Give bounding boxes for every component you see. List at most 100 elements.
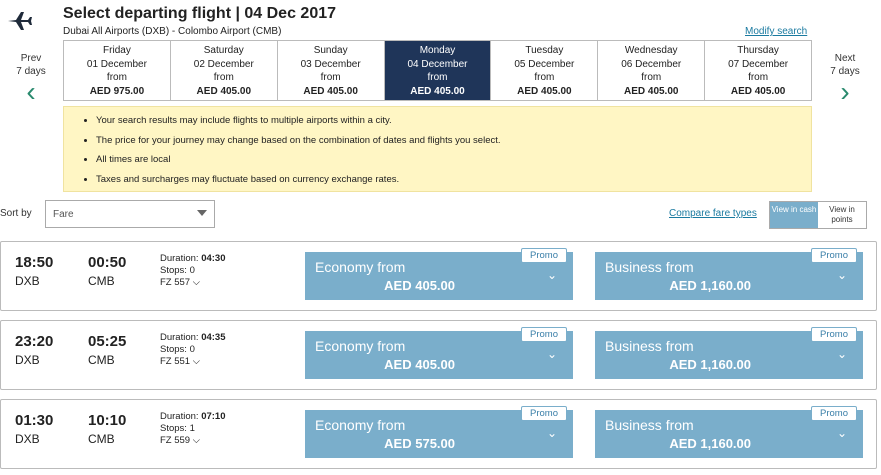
flight-number: FZ 557 — [160, 277, 191, 288]
cash-points-toggle: View in cash View in points — [769, 201, 867, 229]
flight-number: FZ 551 — [160, 356, 191, 367]
arrival-time: 10:10 — [88, 412, 127, 429]
flight-number: FZ 559 — [160, 435, 191, 446]
date-day: Thursday — [737, 45, 779, 56]
economy-fare-button[interactable]: Economy from AED 575.00 ⌄ Promo — [305, 406, 573, 458]
date-cell-monday-selected[interactable]: Monday 04 December from AED 405.00 — [384, 41, 492, 100]
date-date: 06 December — [621, 58, 682, 70]
next-7-days-button[interactable]: Next 7 days › — [822, 52, 868, 107]
sort-value: Fare — [53, 209, 74, 220]
chevron-down-icon: ⌄ — [546, 347, 557, 361]
date-from: from — [213, 72, 234, 83]
arrival-airport: CMB — [88, 432, 115, 446]
date-date: 05 December — [514, 58, 575, 70]
promo-badge: Promo — [811, 327, 857, 342]
fare-price: AED 1,160.00 — [669, 357, 751, 372]
date-price: AED 405.00 — [410, 85, 465, 97]
flight-number-toggle[interactable]: FZ 559 ⌵ — [160, 435, 226, 447]
promo-badge: Promo — [811, 248, 857, 263]
date-date: 07 December — [728, 58, 789, 70]
duration-value: 07:10 — [201, 411, 226, 422]
date-date: 03 December — [300, 58, 361, 70]
date-from: from — [748, 72, 769, 83]
business-fare-button[interactable]: Business from AED 1,160.00 ⌄ Promo — [595, 327, 863, 379]
date-cell-wednesday[interactable]: Wednesday 06 December from AED 405.00 — [598, 41, 706, 100]
fare-label: Business from — [605, 417, 694, 433]
prev-7-days-button[interactable]: Prev 7 days ‹ — [8, 52, 54, 106]
modify-search-link[interactable]: Modify search — [745, 26, 807, 37]
date-date: 04 December — [407, 58, 468, 70]
departure-airport: DXB — [15, 353, 40, 367]
flight-row: 18:50 DXB 00:50 CMB Duration: 04:30 Stop… — [0, 241, 877, 311]
date-from: from — [106, 72, 127, 83]
date-price: AED 405.00 — [517, 85, 572, 97]
promo-badge: Promo — [521, 327, 567, 342]
economy-fare-button[interactable]: Economy from AED 405.00 ⌄ Promo — [305, 248, 573, 300]
chevron-down-icon: ⌄ — [546, 268, 557, 282]
flight-details: Duration: 07:10 Stops: 1 FZ 559 ⌵ — [160, 411, 226, 447]
departure-time: 23:20 — [15, 333, 54, 350]
fare-label: Economy from — [315, 259, 406, 275]
stops: Stops: 0 — [160, 265, 195, 276]
date-from: from — [320, 72, 341, 83]
flight-number-toggle[interactable]: FZ 557 ⌵ — [160, 277, 226, 289]
info-notice: Your search results may include flights … — [63, 106, 812, 192]
fare-price: AED 1,160.00 — [669, 436, 751, 451]
arrival-time: 00:50 — [88, 254, 127, 271]
departure-airport: DXB — [15, 274, 40, 288]
date-cell-friday[interactable]: Friday 01 December from AED 975.00 — [64, 41, 171, 100]
flight-row: 23:20 DXB 05:25 CMB Duration: 04:35 Stop… — [0, 320, 877, 390]
date-cell-sunday[interactable]: Sunday 03 December from AED 405.00 — [278, 41, 385, 100]
duration-value: 04:35 — [201, 332, 226, 343]
date-from: from — [534, 72, 555, 83]
arrival-time: 05:25 — [88, 333, 127, 350]
sort-select[interactable]: Fare — [45, 200, 215, 228]
date-date: 01 December — [86, 58, 147, 70]
fare-label: Business from — [605, 259, 694, 275]
date-date: 02 December — [193, 58, 254, 70]
sort-label: Sort by — [0, 208, 32, 219]
date-day: Sunday — [313, 45, 348, 56]
duration-label: Duration: — [160, 253, 199, 264]
date-from: from — [641, 72, 662, 83]
caret-down-icon — [197, 210, 207, 216]
flight-number-toggle[interactable]: FZ 551 ⌵ — [160, 356, 226, 368]
date-cell-thursday[interactable]: Thursday 07 December from AED 405.00 — [705, 41, 811, 100]
next-label: Next — [834, 53, 856, 64]
chevron-down-icon: ⌵ — [192, 356, 200, 367]
compare-fare-types-link[interactable]: Compare fare types — [669, 208, 757, 219]
chevron-down-icon: ⌄ — [836, 426, 847, 440]
date-price: AED 405.00 — [196, 85, 252, 97]
view-in-points-button[interactable]: View in points — [818, 202, 866, 228]
arrival-airport: CMB — [88, 353, 115, 367]
chevron-down-icon: ⌄ — [836, 268, 847, 282]
business-fare-button[interactable]: Business from AED 1,160.00 ⌄ Promo — [595, 406, 863, 458]
business-fare-button[interactable]: Business from AED 1,160.00 ⌄ Promo — [595, 248, 863, 300]
notice-item: Your search results may include flights … — [96, 111, 811, 131]
notice-item: Taxes and surcharges may fluctuate based… — [96, 170, 811, 190]
airplane-icon — [8, 12, 32, 30]
date-day: Monday — [419, 45, 456, 56]
chevron-right-icon: › — [840, 76, 850, 107]
date-from: from — [427, 72, 448, 83]
date-day: Saturday — [203, 45, 244, 56]
economy-fare-button[interactable]: Economy from AED 405.00 ⌄ Promo — [305, 327, 573, 379]
date-cell-saturday[interactable]: Saturday 02 December from AED 405.00 — [171, 41, 278, 100]
flight-details: Duration: 04:35 Stops: 0 FZ 551 ⌵ — [160, 332, 226, 368]
date-day: Friday — [103, 45, 131, 56]
departure-airport: DXB — [15, 432, 40, 446]
chevron-down-icon: ⌄ — [836, 347, 847, 361]
fare-price: AED 1,160.00 — [669, 278, 751, 293]
view-in-cash-button[interactable]: View in cash — [770, 202, 818, 228]
stops: Stops: 0 — [160, 344, 195, 355]
fare-price: AED 405.00 — [384, 278, 455, 293]
date-day: Tuesday — [525, 45, 564, 56]
date-price: AED 975.00 — [89, 85, 145, 97]
date-cell-tuesday[interactable]: Tuesday 05 December from AED 405.00 — [491, 41, 599, 100]
fare-label: Economy from — [315, 338, 406, 354]
flight-details: Duration: 04:30 Stops: 0 FZ 557 ⌵ — [160, 253, 226, 289]
departure-time: 01:30 — [15, 412, 54, 429]
duration-label: Duration: — [160, 332, 199, 343]
fare-price: AED 575.00 — [384, 436, 455, 451]
flight-row: 01:30 DXB 10:10 CMB Duration: 07:10 Stop… — [0, 399, 877, 469]
